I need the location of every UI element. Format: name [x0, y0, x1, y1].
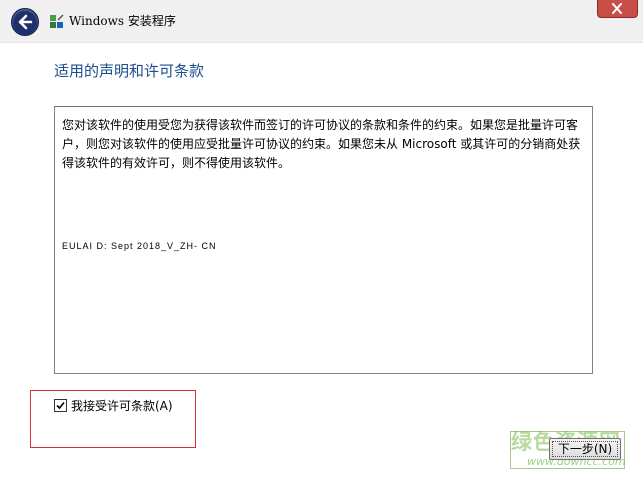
title-bar: Windows 安装程序 — [0, 0, 643, 43]
close-icon — [612, 3, 622, 14]
next-button-focus-ring — [552, 441, 618, 457]
setup-icon — [50, 14, 64, 28]
accept-label[interactable]: 我接受许可条款(A) — [71, 397, 173, 414]
checkmark-icon — [56, 401, 65, 409]
close-button[interactable] — [597, 0, 638, 18]
accept-checkbox-row[interactable]: 我接受许可条款(A) — [54, 397, 173, 413]
license-text-area[interactable]: 您对该软件的使用受您为获得该软件而签订的许可协议的条款和条件的约束。如果您是批量… — [54, 106, 593, 374]
eula-id: EULAI D: Sept 2018_V_ZH- CN — [62, 241, 217, 251]
window-title: Windows 安装程序 — [69, 14, 176, 28]
back-arrow-icon — [18, 14, 33, 30]
page-title: 适用的声明和许可条款 — [54, 62, 205, 80]
license-text: 您对该软件的使用受您为获得该软件而签订的许可协议的条款和条件的约束。如果您是批量… — [62, 118, 581, 170]
accept-checkbox[interactable] — [54, 398, 67, 412]
back-button[interactable] — [11, 8, 39, 36]
